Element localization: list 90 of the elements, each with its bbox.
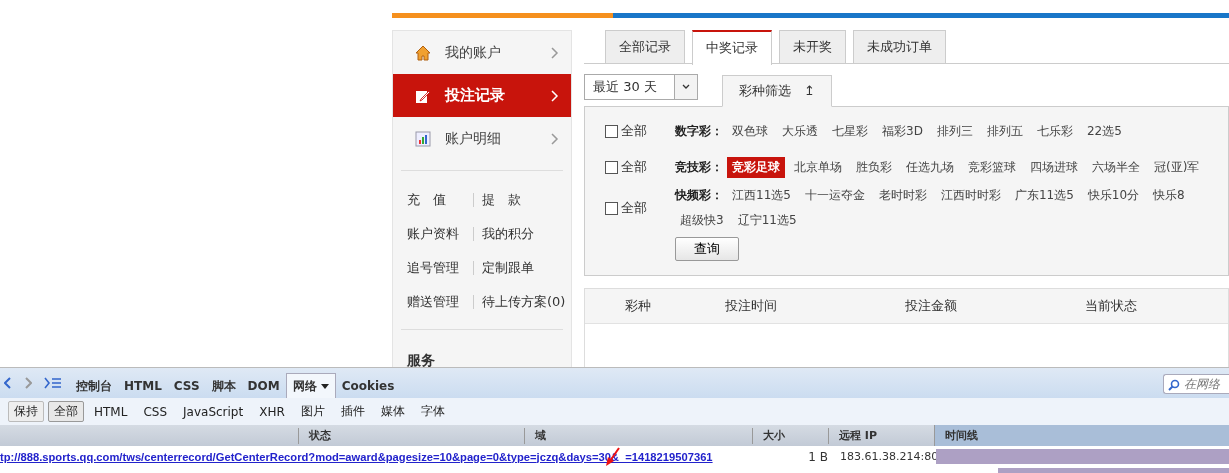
lottery-option[interactable]: 大乐透 [777, 120, 823, 142]
sidebar-link[interactable]: 账户资料 [407, 225, 473, 243]
column-header: 状态 [298, 427, 524, 444]
filter-button[interactable]: 字体 [414, 401, 451, 422]
devtools-tab[interactable]: DOM [241, 374, 286, 398]
category-label: 快频彩： [675, 187, 723, 204]
devtools-tab[interactable]: Cookies [335, 374, 401, 398]
tab[interactable]: 未成功订单 [853, 30, 946, 63]
checkbox[interactable] [605, 124, 618, 138]
column-header: 大小 [752, 427, 828, 444]
lottery-option[interactable]: 广东11选5 [1009, 185, 1079, 206]
lottery-option[interactable]: 十一运夺金 [799, 185, 870, 206]
sidebar-link[interactable]: 提 款 [482, 191, 521, 209]
lottery-option[interactable]: 老时时彩 [873, 185, 932, 206]
sidebar-item[interactable]: 投注记录 [393, 74, 571, 117]
checkbox[interactable] [605, 160, 618, 174]
command-line-icon[interactable] [44, 377, 62, 389]
lottery-option[interactable]: 22选5 [1081, 120, 1127, 142]
size-cell: 1 B [808, 449, 828, 464]
lottery-option[interactable]: 双色球 [727, 120, 773, 142]
lottery-option[interactable]: 冠(亚)军 [1149, 156, 1205, 178]
lottery-option[interactable]: 福彩3D [877, 120, 928, 142]
category-label: 数字彩： [675, 122, 723, 140]
devtools-tab[interactable]: HTML [118, 374, 168, 398]
filter-button[interactable]: CSS [137, 402, 174, 421]
sidebar-link[interactable]: 充 值 [407, 191, 473, 209]
checkbox-label: 全部 [621, 199, 647, 217]
chevron-icon [551, 132, 559, 145]
column-header: 域 [524, 427, 752, 444]
lottery-option[interactable]: 竞彩篮球 [963, 156, 1021, 178]
devtools-tab[interactable]: 脚本 [205, 374, 242, 398]
query-button[interactable]: 查询 [675, 237, 739, 261]
lottery-option[interactable]: 江西时时彩 [935, 185, 1006, 206]
checkbox[interactable] [605, 201, 618, 215]
lottery-option[interactable]: 排列三 [931, 120, 978, 142]
devtools-tab[interactable]: 控制台 [70, 374, 118, 398]
persist-button[interactable]: 保持 [8, 401, 44, 422]
filter-button[interactable]: 媒体 [374, 401, 411, 422]
category-label: 竞技彩： [675, 158, 723, 176]
sidebar-link[interactable]: 待上传方案(0) [482, 293, 566, 311]
tab[interactable]: 全部记录 [605, 30, 685, 63]
tab[interactable]: 中奖记录 [692, 30, 772, 65]
back-icon[interactable] [4, 377, 12, 389]
sidebar-item[interactable]: 账户明细 [393, 117, 571, 160]
date-select[interactable]: 最近 30 天 [584, 74, 698, 100]
filter-button[interactable]: 插件 [334, 401, 371, 422]
lottery-option[interactable]: 江西11选5 [727, 185, 796, 206]
lottery-option[interactable]: 快乐10分 [1082, 185, 1145, 206]
column-header: 彩种 [625, 297, 652, 315]
ip-cell: 183.61.38.214:80 [840, 450, 939, 463]
column-header: 当前状态 [1085, 297, 1138, 315]
checkbox-label: 全部 [621, 122, 647, 140]
lottery-option[interactable]: 四场进球 [1025, 156, 1083, 178]
tab[interactable]: 未开奖 [779, 30, 846, 63]
lottery-option[interactable]: 排列五 [981, 120, 1028, 142]
devtools-tab[interactable]: 网络 [285, 373, 336, 398]
sidebar-link[interactable]: 赠送管理 [407, 293, 473, 311]
filter-button[interactable]: XHR [253, 402, 291, 421]
column-header: 时间线 [934, 425, 1229, 446]
lottery-option[interactable]: 七星彩 [827, 120, 873, 142]
column-header: 投注金额 [905, 297, 958, 315]
filter-button[interactable]: JavaScript [177, 402, 250, 421]
checkbox-label: 全部 [621, 158, 647, 176]
home-icon [415, 44, 431, 61]
lottery-option[interactable]: 胜负彩 [851, 156, 897, 178]
lottery-option[interactable]: 任选九场 [901, 156, 959, 178]
filter-button[interactable]: 图片 [294, 401, 331, 422]
sidebar-link[interactable]: 追号管理 [407, 259, 473, 277]
lottery-option[interactable]: 超级快3 [675, 210, 729, 231]
filter-button[interactable]: 全部 [48, 401, 84, 422]
lottery-option[interactable]: 快乐8 [1148, 185, 1190, 206]
section-heading: 服务 [406, 351, 436, 367]
column-header: 投注时间 [725, 297, 778, 315]
chart-icon [415, 130, 431, 147]
devtools-tab[interactable]: CSS [167, 374, 206, 398]
lottery-option[interactable]: 北京单场 [789, 156, 847, 178]
lottery-option[interactable]: 六场半全 [1087, 156, 1145, 178]
chevron-icon [551, 89, 559, 102]
caret-icon [320, 383, 329, 389]
lottery-option[interactable]: 辽宁11选5 [732, 210, 802, 231]
caret-icon [682, 84, 690, 90]
filter-tab[interactable]: 彩种筛选 ↥ [722, 75, 832, 107]
chevron-icon [551, 46, 559, 59]
lottery-option[interactable]: 七乐彩 [1031, 120, 1078, 142]
sidebar-link[interactable]: 定制跟单 [482, 259, 534, 277]
sidebar-item[interactable]: 我的账户 [393, 31, 571, 74]
lottery-option[interactable]: 竞彩足球 [727, 156, 785, 178]
filter-button[interactable]: HTML [88, 402, 134, 421]
search-field[interactable]: 在网络 [1163, 374, 1229, 394]
sidebar-link[interactable]: 我的积分 [482, 225, 534, 243]
